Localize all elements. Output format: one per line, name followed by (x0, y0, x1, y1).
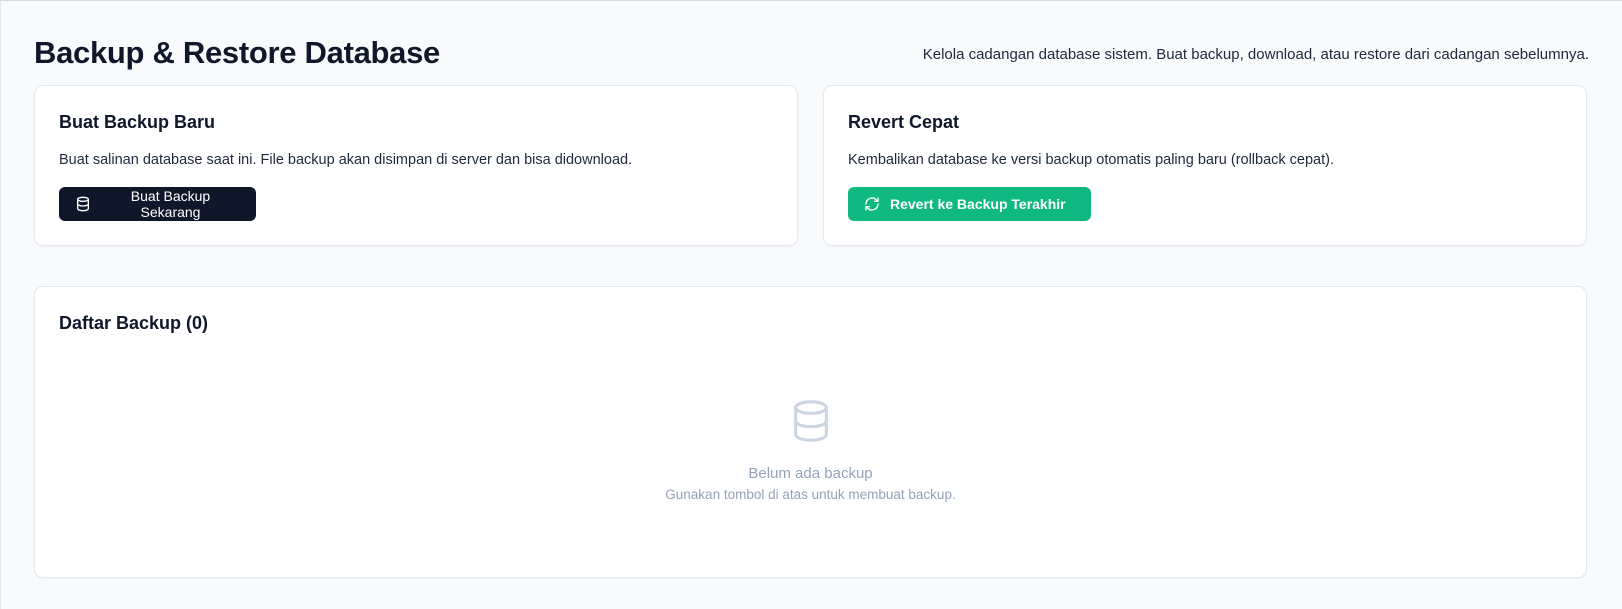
page-subtitle: Kelola cadangan database sistem. Buat ba… (922, 45, 1589, 63)
empty-state-subtitle: Gunakan tombol di atas untuk membuat bac… (665, 487, 956, 502)
quick-revert-description: Kembalikan database ke versi backup otom… (848, 152, 1335, 168)
create-backup-button[interactable]: Buat Backup Sekarang (59, 187, 256, 221)
create-backup-card: Buat Backup Baru Buat salinan database s… (34, 85, 798, 246)
empty-state: Belum ada backup Gunakan tombol di atas … (35, 397, 1586, 502)
revert-latest-backup-button[interactable]: Revert ke Backup Terakhir (848, 187, 1091, 221)
backup-list-card: Daftar Backup (0) Belum ada backup Gunak… (34, 286, 1587, 578)
create-backup-description: Buat salinan database saat ini. File bac… (59, 152, 633, 168)
database-icon (75, 196, 91, 212)
revert-button-label: Revert ke Backup Terakhir (890, 196, 1066, 212)
backup-list-title: Daftar Backup (0) (59, 313, 209, 333)
create-backup-title: Buat Backup Baru (59, 112, 216, 132)
page-header: Backup & Restore Database Kelola cadanga… (34, 31, 1589, 75)
page-title: Backup & Restore Database (34, 35, 440, 70)
quick-revert-card: Revert Cepat Kembalikan database ke vers… (823, 85, 1587, 246)
database-icon (788, 397, 834, 445)
empty-state-title: Belum ada backup (748, 465, 873, 482)
page: Backup & Restore Database Kelola cadanga… (0, 0, 1622, 609)
refresh-icon (864, 196, 880, 212)
quick-revert-title: Revert Cepat (848, 112, 960, 132)
create-backup-button-label: Buat Backup Sekarang (130, 188, 211, 220)
